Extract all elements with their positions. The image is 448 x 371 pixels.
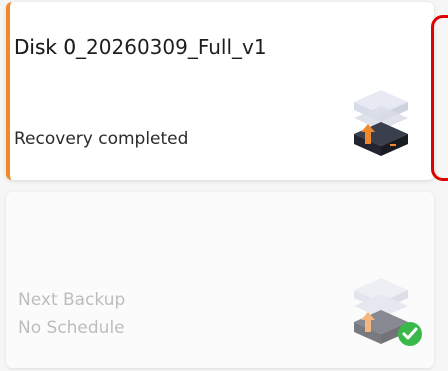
next-backup-label: Next Backup — [18, 290, 126, 310]
highlight-frame — [431, 15, 448, 181]
schedule-text: No Schedule — [18, 318, 125, 338]
backup-card-status: Recovery completed — [14, 129, 189, 149]
disk-stack-check-icon — [354, 278, 422, 346]
backup-card-title: Disk 0 — [14, 35, 77, 59]
disk-stack-upload-icon — [354, 90, 408, 156]
